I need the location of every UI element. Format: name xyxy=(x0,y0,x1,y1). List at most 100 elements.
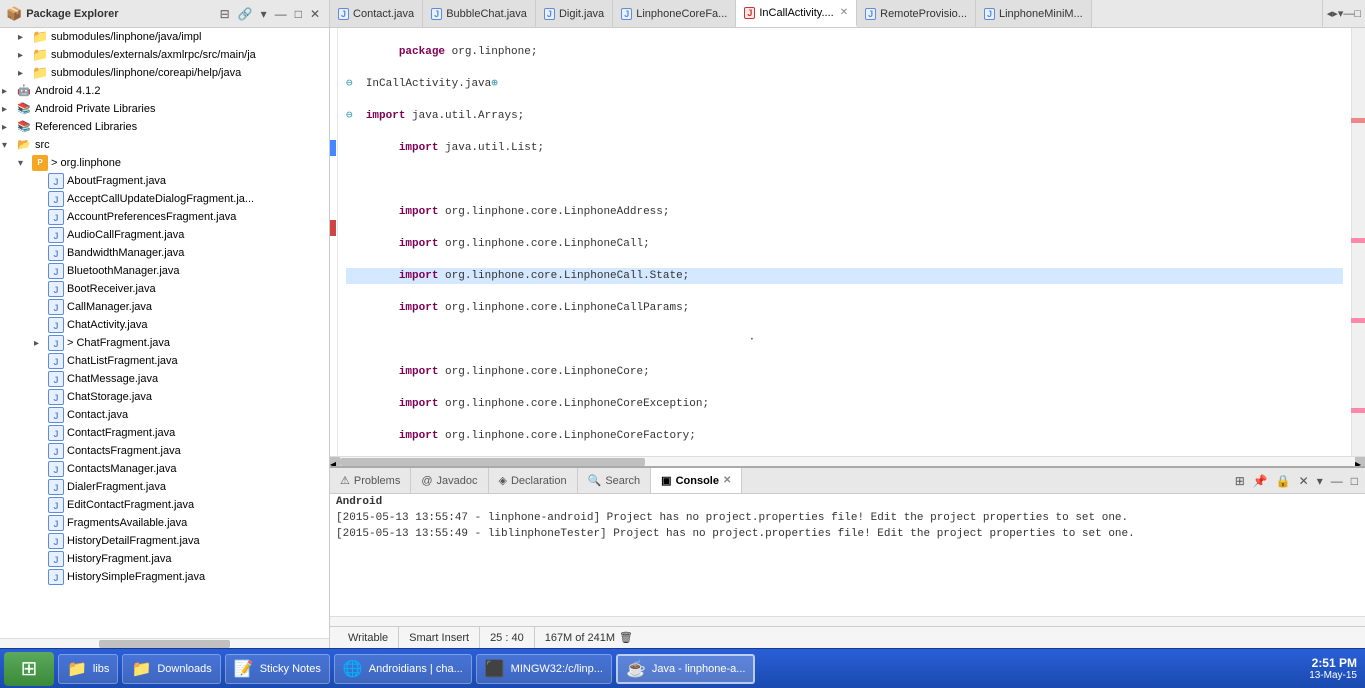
tree-item-FragmentsAvailable[interactable]: J FragmentsAvailable.java xyxy=(0,514,329,532)
tree-item-submodules3[interactable]: 📁 submodules/linphone/coreapi/help/java xyxy=(0,64,329,82)
package-explorer: 📦 Package Explorer ⊟ 🔗 ▾ — □ ✕ 📁 subm xyxy=(0,0,330,648)
tree-item-BootReceiver[interactable]: J BootReceiver.java xyxy=(0,280,329,298)
tree-item-src[interactable]: 📂 src xyxy=(0,136,329,154)
tree-item-AccountPreferences[interactable]: J AccountPreferencesFragment.java xyxy=(0,208,329,226)
editor-minimize[interactable]: — xyxy=(1343,8,1354,20)
tree-item-ChatStorage[interactable]: J ChatStorage.java xyxy=(0,388,329,406)
clock-time: 2:51 PM xyxy=(1309,656,1357,670)
tree-item-EditContactFragment[interactable]: J EditContactFragment.java xyxy=(0,496,329,514)
tree-label: AcceptCallUpdateDialogFragment.ja... xyxy=(67,193,254,205)
minimize-panel-button[interactable]: — xyxy=(272,6,290,22)
tree-item-ContactsManager[interactable]: J ContactsManager.java xyxy=(0,460,329,478)
collapse-all-button[interactable]: ⊟ xyxy=(217,6,233,22)
tree-item-AudioCallFragment[interactable]: J AudioCallFragment.java xyxy=(0,226,329,244)
gutter-line xyxy=(330,172,337,188)
tab-icon-remoteprovisio: J xyxy=(865,8,876,20)
tab-remoteprovisio[interactable]: J RemoteProvisio... xyxy=(857,0,976,27)
taskbar-btn-mingw[interactable]: ⬛ MINGW32:/c/linp... xyxy=(476,654,612,684)
status-gc-icon[interactable]: 🗑 xyxy=(619,631,633,644)
taskbar-btn-downloads[interactable]: 📁 Downloads xyxy=(122,654,220,684)
view-menu-button[interactable]: ▾ xyxy=(258,6,270,22)
console-view-menu[interactable]: ▾ xyxy=(1314,473,1326,489)
console-clear-button[interactable]: ✕ xyxy=(1296,473,1312,489)
tab-linphonecorefactory[interactable]: J LinphoneCoreFa... xyxy=(613,0,736,27)
tab-linphoneminim[interactable]: J LinphoneMiniM... xyxy=(976,0,1092,27)
taskbar-btn-libs[interactable]: 📁 libs xyxy=(58,654,118,684)
gutter-line xyxy=(330,124,337,140)
tree-item-Contact[interactable]: J Contact.java xyxy=(0,406,329,424)
package-explorer-icon: 📦 xyxy=(6,6,22,22)
console-scroll-lock[interactable]: 🔒 xyxy=(1273,473,1294,489)
tree-item-org-linphone[interactable]: P > org.linphone xyxy=(0,154,329,172)
code-content[interactable]: package org.linphone; ⊖ InCallActivity.j… xyxy=(338,28,1351,456)
gutter-line-error xyxy=(330,220,336,236)
tree-item-BluetoothManager[interactable]: J BluetoothManager.java xyxy=(0,262,329,280)
tab-search[interactable]: 🔍 Search xyxy=(578,468,652,493)
console-close-icon[interactable]: ✕ xyxy=(723,475,731,486)
tree-item-HistorySimpleFragment[interactable]: J HistorySimpleFragment.java xyxy=(0,568,329,586)
console-minimize[interactable]: — xyxy=(1328,473,1346,489)
taskbar-btn-sticky[interactable]: 📝 Sticky Notes xyxy=(225,654,330,684)
link-editor-button[interactable]: 🔗 xyxy=(235,6,256,22)
tree-item-referenced-libraries[interactable]: 📚 Referenced Libraries xyxy=(0,118,329,136)
tree-item-submodules2[interactable]: 📁 submodules/externals/axmlrpc/src/main/… xyxy=(0,46,329,64)
tree-item-HistoryFragment[interactable]: J HistoryFragment.java xyxy=(0,550,329,568)
console-maximize[interactable]: □ xyxy=(1348,473,1361,489)
console-hscrollbar[interactable] xyxy=(330,616,1365,626)
tree-item-ChatFragment[interactable]: J > ChatFragment.java xyxy=(0,334,329,352)
tree-item-ChatMessage[interactable]: J ChatMessage.java xyxy=(0,370,329,388)
hscroll-right[interactable]: ▸ xyxy=(1355,457,1365,467)
tree-item-AboutFragment[interactable]: J AboutFragment.java xyxy=(0,172,329,190)
tree-item-DialerFragment[interactable]: J DialerFragment.java xyxy=(0,478,329,496)
tree-item-CallManager[interactable]: J CallManager.java xyxy=(0,298,329,316)
tree-item-ContactsFragment[interactable]: J ContactsFragment.java xyxy=(0,442,329,460)
tree-hscrollbar[interactable] xyxy=(0,638,329,648)
console-pin-button[interactable]: 📌 xyxy=(1250,473,1271,489)
tree-item-android[interactable]: 🤖 Android 4.1.2 xyxy=(0,82,329,100)
tree-item-submodules1[interactable]: 📁 submodules/linphone/java/impl xyxy=(0,28,329,46)
tab-incallactivity[interactable]: J InCallActivity.... ✕ xyxy=(736,0,857,27)
taskbar: ⊞ 📁 libs 📁 Downloads 📝 Sticky Notes 🌐 An… xyxy=(0,648,1365,688)
tab-problems[interactable]: ⚠ Problems xyxy=(330,468,411,493)
code-scroll-area[interactable]: package org.linphone; ⊖ InCallActivity.j… xyxy=(338,28,1351,456)
maximize-panel-button[interactable]: □ xyxy=(292,6,305,22)
hscroll-left[interactable]: ◂ xyxy=(330,457,340,467)
taskbar-btn-java[interactable]: ☕ Java - linphone-a... xyxy=(616,654,755,684)
code-editor[interactable]: package org.linphone; ⊖ InCallActivity.j… xyxy=(330,28,1365,456)
tab-javadoc[interactable]: @ Javadoc xyxy=(411,468,488,493)
editor-maximize[interactable]: □ xyxy=(1354,8,1361,20)
code-line xyxy=(346,172,1343,188)
start-button[interactable]: ⊞ xyxy=(4,652,54,686)
mini-mark-pink2 xyxy=(1351,318,1365,323)
console-content[interactable]: Android [2015-05-13 13:55:47 - linphone-… xyxy=(330,494,1365,616)
tree-item-ContactFragment[interactable]: J ContactFragment.java xyxy=(0,424,329,442)
tab-icon-linphoneminim: J xyxy=(984,8,995,20)
tree-item-HistoryDetailFragment[interactable]: J HistoryDetailFragment.java xyxy=(0,532,329,550)
tree-item-BandwidthManager[interactable]: J BandwidthManager.java xyxy=(0,244,329,262)
hscroll-track[interactable] xyxy=(340,458,1355,466)
tree-item-ChatActivity[interactable]: J ChatActivity.java xyxy=(0,316,329,334)
console-new-button[interactable]: ⊞ xyxy=(1232,473,1248,489)
tab-bubblechat[interactable]: J BubbleChat.java xyxy=(423,0,536,27)
tab-console[interactable]: ▣ Console ✕ xyxy=(651,468,742,493)
tree-container[interactable]: 📁 submodules/linphone/java/impl 📁 submod… xyxy=(0,28,329,638)
tab-digit[interactable]: J Digit.java xyxy=(536,0,613,27)
tab-search-label: Search xyxy=(605,475,640,487)
status-memory-label: 167M of 241M xyxy=(545,632,615,644)
taskbar-btn-androidians[interactable]: 🌐 Androidians | cha... xyxy=(334,654,472,684)
tab-close-incallactivity[interactable]: ✕ xyxy=(840,7,848,18)
browser-icon: 🌐 xyxy=(343,659,363,679)
main-container: 📦 Package Explorer ⊟ 🔗 ▾ — □ ✕ 📁 subm xyxy=(0,0,1365,688)
hscroll-thumb[interactable] xyxy=(340,458,645,466)
tree-item-AcceptCall[interactable]: J AcceptCallUpdateDialogFragment.ja... xyxy=(0,190,329,208)
close-panel-button[interactable]: ✕ xyxy=(307,6,323,22)
tab-contact[interactable]: J Contact.java xyxy=(330,0,423,27)
editor-hscrollbar[interactable]: ◂ ▸ xyxy=(330,456,1365,466)
editor-mini-scrollbar[interactable] xyxy=(1351,28,1365,456)
tree-item-android-private[interactable]: 📚 Android Private Libraries xyxy=(0,100,329,118)
declaration-icon: ◈ xyxy=(499,474,507,487)
tree-item-ChatListFragment[interactable]: J ChatListFragment.java xyxy=(0,352,329,370)
java-icon: J xyxy=(48,533,64,549)
tab-declaration[interactable]: ◈ Declaration xyxy=(489,468,578,493)
tree-label: ContactsFragment.java xyxy=(67,445,181,457)
